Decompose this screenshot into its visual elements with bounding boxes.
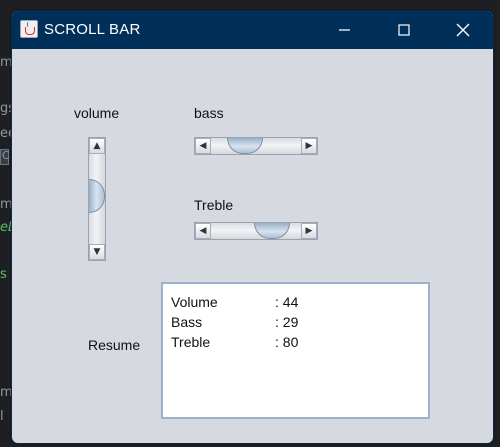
treble-label: Treble [194, 197, 234, 213]
resume-row: Treble : 80 [171, 334, 298, 350]
maximize-icon [398, 24, 410, 36]
bass-scrollbar[interactable]: ◀ ▶ [194, 137, 318, 155]
resume-row-key: Treble [171, 334, 211, 350]
window-title: SCROLL BAR [44, 21, 141, 38]
volume-label: volume [74, 105, 120, 121]
arrow-right-icon: ▶ [305, 226, 313, 236]
bg-code-box: C [0, 149, 10, 165]
volume-down-button[interactable]: ▼ [89, 244, 105, 260]
arrow-up-icon: ▲ [93, 141, 101, 151]
treble-scrollbar[interactable]: ◀ ▶ [194, 222, 318, 240]
bass-scrollbar-thumb[interactable] [226, 138, 263, 154]
bg-code-fragment: C [2, 149, 10, 162]
minimize-icon [339, 29, 350, 31]
resume-text-area[interactable]: Volume : 44 Bass : 29 Treble : 80 [161, 282, 430, 419]
treble-left-button[interactable]: ◀ [195, 223, 211, 239]
bass-right-button[interactable]: ▶ [301, 138, 317, 154]
bass-left-button[interactable]: ◀ [195, 138, 211, 154]
close-icon [456, 23, 470, 37]
resume-row-value: : 80 [275, 334, 299, 350]
arrow-right-icon: ▶ [305, 141, 313, 151]
scroll-bar-window: SCROLL BAR volume bass Treble Resume ▲ ▼… [11, 10, 494, 444]
treble-right-button[interactable]: ▶ [301, 223, 317, 239]
title-bar[interactable]: SCROLL BAR [12, 11, 493, 49]
resume-row: Volume : 44 [171, 294, 298, 310]
resume-label: Resume [88, 337, 141, 353]
volume-scrollbar-thumb[interactable] [89, 178, 105, 213]
volume-scrollbar[interactable]: ▲ ▼ [88, 137, 106, 261]
bass-label: bass [194, 105, 224, 121]
bg-code-fragment: l [0, 409, 4, 424]
arrow-left-icon: ◀ [199, 226, 207, 236]
resume-row-value: : 44 [275, 294, 299, 310]
resume-row-value: : 29 [275, 314, 299, 330]
minimize-button[interactable] [322, 11, 368, 49]
maximize-button[interactable] [381, 11, 427, 49]
treble-scrollbar-thumb[interactable] [254, 223, 291, 239]
resume-row-key: Bass [171, 314, 203, 330]
resume-row-key: Volume [171, 294, 218, 310]
volume-up-button[interactable]: ▲ [89, 138, 105, 154]
bg-code-fragment: s [0, 267, 7, 282]
close-button[interactable] [440, 11, 486, 49]
resume-row: Bass : 29 [171, 314, 298, 330]
arrow-left-icon: ◀ [199, 141, 207, 151]
java-cup-icon [20, 20, 38, 38]
arrow-down-icon: ▼ [93, 247, 101, 257]
